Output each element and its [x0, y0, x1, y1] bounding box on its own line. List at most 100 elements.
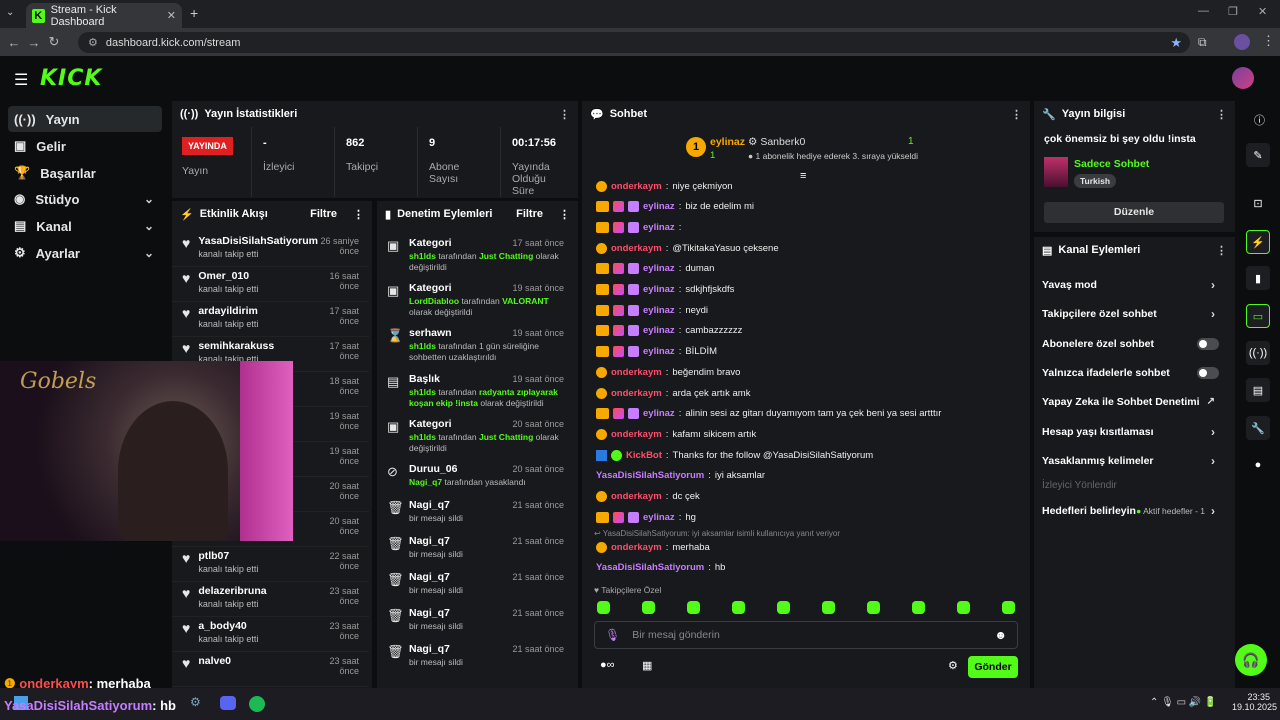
focus-icon[interactable]: ⊡ [1246, 191, 1270, 215]
address-bar[interactable]: ⚙ dashboard.kick.com/stream ★ [78, 32, 1190, 53]
sidebar-item-studyo[interactable]: ◉ Stüdyo ⌄ [8, 186, 162, 212]
more-icon[interactable]: ⋮ [559, 108, 570, 121]
moderation-filter-button[interactable]: Filtre [516, 208, 543, 220]
stats-widget-icon[interactable]: ▮ [1246, 266, 1270, 290]
info-icon[interactable]: ⓘ [1254, 112, 1265, 128]
chat-message[interactable]: eylinaz: biz de edelim mi [596, 198, 754, 216]
ai-moderation[interactable]: Yapay Zeka ile Sohbet Denetimi ↗ [1034, 387, 1227, 416]
chat-message[interactable]: onderkaym: beğendim bravo [596, 363, 740, 381]
site-info-icon[interactable]: ⚙ [88, 36, 98, 49]
send-button[interactable]: Gönder [968, 656, 1018, 678]
chat-message[interactable]: onderkaym: merhaba [596, 538, 710, 556]
add-widget-icon[interactable]: ● [1246, 453, 1270, 477]
channel-widget-icon[interactable]: ▤ [1246, 378, 1270, 402]
tray-icons[interactable]: ⌃ 🎙 ▭ 🔊 🔋 [1150, 697, 1217, 708]
minimize-icon[interactable]: — [1198, 5, 1209, 17]
emote-4[interactable] [732, 601, 745, 614]
browser-tab[interactable]: K Stream - Kick Dashboard ✕ [26, 3, 182, 28]
more-icon[interactable]: ⋮ [1216, 244, 1227, 257]
chat-message[interactable]: YasaDisiSilahSatiyorum: iyi aksamlar [596, 467, 765, 485]
wrench-widget-icon[interactable]: 🔧 [1246, 416, 1270, 440]
broadcast-widget-icon[interactable]: ((·)) [1246, 341, 1270, 365]
new-tab-icon[interactable]: + [190, 5, 198, 21]
spotify-icon[interactable] [249, 696, 265, 712]
rank-one-icon [596, 387, 607, 399]
reload-icon[interactable]: ↻ [44, 34, 64, 50]
chat-message[interactable]: YasaDisiSilahSatiyorum: hb [596, 558, 725, 576]
category-name[interactable]: Sadece Sohbet [1074, 158, 1149, 170]
set-goals[interactable]: Hedefleri belirleyin ● Aktif hedefler - 1… [1034, 496, 1227, 525]
emote-7[interactable] [867, 601, 880, 614]
emote-8[interactable] [912, 601, 925, 614]
user-avatar[interactable] [1232, 67, 1254, 89]
chat-widget-icon[interactable]: ▭ [1246, 304, 1270, 328]
steam-icon[interactable]: ⚙ [190, 695, 201, 709]
restore-icon[interactable]: ❐ [1228, 5, 1238, 18]
support-icon[interactable]: 🎧 [1235, 644, 1267, 676]
top-gifter-name[interactable]: eylinaz [710, 136, 745, 148]
emote-1[interactable] [597, 601, 610, 614]
sidebar-item-ayarlar[interactable]: ⚙ Ayarlar ⌄ [8, 240, 162, 266]
account-age-restriction[interactable]: Hesap yaşı kısıtlaması › [1034, 417, 1227, 446]
emote-9[interactable] [957, 601, 970, 614]
events-widget-icon[interactable]: ⚡ [1246, 230, 1270, 254]
chat-message[interactable]: eylinaz: alinin sesi az gitarı duyamıyom … [596, 405, 941, 423]
event-filter-button[interactable]: Filtre [310, 208, 337, 220]
subscribers-only-chat[interactable]: Abonelere özel sohbet [1034, 329, 1227, 358]
bookmark-star-icon[interactable]: ★ [1170, 35, 1182, 51]
category-icon: ▣ [387, 419, 400, 434]
window-close-icon[interactable]: ✕ [1258, 5, 1267, 18]
back-icon[interactable]: ← [4, 35, 24, 50]
emotes-only-toggle[interactable] [1197, 366, 1219, 379]
chat-message[interactable]: KickBot: Thanks for the follow @YasaDisiS… [596, 446, 873, 464]
browser-menu-icon[interactable]: ⋮ [1262, 33, 1275, 49]
mic-icon[interactable]: 🎙 [605, 628, 620, 642]
points-icon[interactable]: ●∞ [600, 659, 615, 671]
edit-button[interactable]: Düzenle [1044, 202, 1224, 223]
chat-message[interactable]: onderkaym: niye çekmiyon [596, 177, 733, 195]
chat-message[interactable]: eylinaz: sdkjhfjskdfs [596, 281, 734, 299]
browser-profile-avatar[interactable] [1234, 34, 1250, 50]
chat-message[interactable]: onderkaym: dc çek [596, 488, 700, 506]
emoji-icon[interactable]: ☻ [994, 628, 1007, 642]
emote-10[interactable] [1002, 601, 1015, 614]
edit-layout-icon[interactable]: ✎ [1246, 143, 1270, 167]
sidebar-item-gelir[interactable]: ▣ Gelir [8, 133, 162, 159]
chat-settings-icon[interactable]: ⚙ [948, 659, 958, 672]
emote-6[interactable] [822, 601, 835, 614]
tab-list-icon[interactable]: ⌄ [6, 7, 14, 18]
chat-message[interactable]: eylinaz: [596, 218, 685, 236]
chat-message[interactable]: onderkaym: kafamı sikicem artık [596, 425, 756, 443]
pin-toggle-icon[interactable]: ≡ [800, 170, 806, 182]
close-tab-icon[interactable]: ✕ [167, 9, 176, 22]
chat-message[interactable]: eylinaz: hg [596, 508, 696, 526]
subscribers-only-toggle[interactable] [1197, 337, 1219, 350]
store-icon[interactable]: ▦ [642, 659, 652, 672]
extensions-icon[interactable]: ⧉ [1198, 35, 1207, 50]
chat-message[interactable]: eylinaz: neydi [596, 301, 708, 319]
chat-message[interactable]: onderkaym: @TikitakaYasuo çeksene [596, 239, 779, 257]
chat-input[interactable]: 🎙 Bir mesaj gönderin ☻ [594, 621, 1018, 649]
emote-3[interactable] [687, 601, 700, 614]
more-icon[interactable]: ⋮ [1011, 108, 1022, 121]
discord-icon[interactable] [220, 696, 236, 710]
more-icon[interactable]: ⋮ [1216, 108, 1227, 121]
sidebar-item-kanal[interactable]: ▤ Kanal ⌄ [8, 213, 162, 239]
chat-message[interactable]: eylinaz: duman [596, 260, 714, 278]
chat-message[interactable]: eylinaz: BİLDİM [596, 343, 717, 361]
slow-mode[interactable]: Yavaş mod › [1034, 270, 1227, 299]
emote-2[interactable] [642, 601, 655, 614]
emotes-only-chat[interactable]: Yalnızca ifadelerle sohbet [1034, 358, 1227, 387]
sidebar-item-yayin[interactable]: ((·)) Yayın [8, 106, 162, 132]
emote-5[interactable] [777, 601, 790, 614]
forward-icon[interactable]: → [24, 35, 44, 50]
more-icon[interactable]: ⋮ [353, 208, 364, 221]
followers-only-chat[interactable]: Takipçilere özel sohbet › [1034, 299, 1227, 328]
rank-one-icon [596, 180, 607, 192]
chat-message[interactable]: eylinaz: cambazzzzzz [596, 322, 742, 340]
hamburger-menu-icon[interactable]: ☰ [14, 70, 28, 90]
chat-message[interactable]: onderkaym: arda çek artık amk [596, 384, 750, 402]
sidebar-item-basarilar[interactable]: 🏆 Başarılar [8, 160, 162, 186]
more-icon[interactable]: ⋮ [559, 208, 570, 221]
kick-logo[interactable]: KICK [40, 66, 102, 91]
